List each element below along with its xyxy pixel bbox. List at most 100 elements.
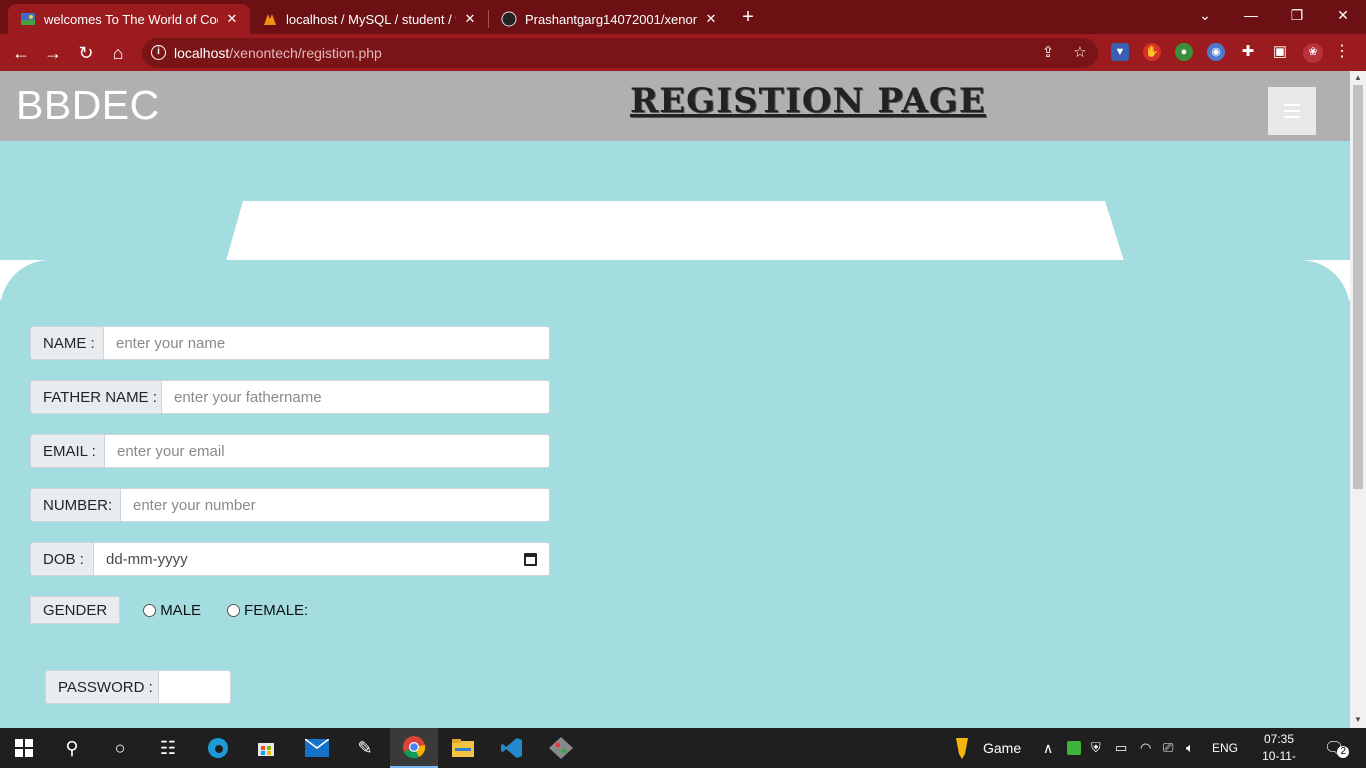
scroll-up-icon[interactable]: ▲ bbox=[1354, 73, 1362, 82]
email-input[interactable]: enter your email bbox=[105, 434, 550, 468]
name-label: NAME : bbox=[30, 326, 104, 360]
github-icon bbox=[501, 11, 517, 27]
nvidia-tray-icon[interactable] bbox=[1067, 728, 1081, 768]
tab-title: welcomes To The World of Codin bbox=[44, 11, 218, 27]
name-row: NAME : enter your name bbox=[30, 326, 550, 360]
volume-icon[interactable]: 🔈︎ bbox=[1186, 728, 1194, 768]
dob-label: DOB : bbox=[30, 542, 94, 576]
site-info-icon[interactable]: i bbox=[151, 45, 166, 60]
search-icon[interactable]: ⚲ bbox=[48, 728, 96, 768]
female-radio[interactable] bbox=[227, 603, 241, 617]
calendar-icon[interactable] bbox=[524, 552, 537, 566]
new-tab-icon[interactable]: + bbox=[738, 6, 758, 28]
tab-github[interactable]: Prashantgarg14072001/xenontec ✕ bbox=[489, 4, 729, 34]
scrollbar-thumb[interactable] bbox=[1353, 85, 1363, 489]
phpmyadmin-icon bbox=[262, 11, 278, 27]
browser-menu-icon[interactable]: ⋮ bbox=[1333, 43, 1351, 61]
number-input[interactable]: enter your number bbox=[121, 488, 550, 522]
side-panel-icon[interactable]: ▣ bbox=[1271, 43, 1289, 61]
password-input[interactable] bbox=[159, 670, 231, 704]
header-decoration-shape bbox=[226, 201, 1124, 261]
show-hidden-icons-icon[interactable]: ∧ bbox=[1043, 728, 1053, 768]
close-tab-icon[interactable]: ✕ bbox=[703, 11, 719, 27]
battery-icon[interactable]: ▭ bbox=[1115, 728, 1127, 768]
chrome-taskbar-icon[interactable] bbox=[390, 728, 438, 768]
url-path: /xenontech/registion.php bbox=[229, 45, 382, 61]
brand-logo[interactable]: BBDEC bbox=[16, 82, 160, 129]
email-row: EMAIL : enter your email bbox=[30, 434, 550, 468]
windows-taskbar: ⚲ ○ ☷ ✎ Game ∧ ⛨ ▭ ◠ ⎚ 🔈︎ ENG 07:35 10-1… bbox=[0, 728, 1366, 768]
back-icon[interactable]: ← bbox=[9, 41, 33, 65]
vscode-icon[interactable] bbox=[488, 728, 536, 768]
female-radio-label[interactable]: FEMALE: bbox=[244, 602, 308, 619]
menu-toggle-button[interactable] bbox=[1268, 87, 1316, 135]
tab-title: localhost / MySQL / student / tbl bbox=[286, 11, 456, 27]
clock-date: 10-11-2022 bbox=[1262, 749, 1296, 768]
meet-now-icon[interactable]: ⎚ bbox=[1163, 728, 1173, 768]
page-viewport: BBDEC REGISTION PAGE NAME : enter your n… bbox=[0, 71, 1350, 728]
cortana-icon[interactable]: ○ bbox=[96, 728, 144, 768]
father-name-label: FATHER NAME : bbox=[30, 380, 162, 414]
game-widget[interactable]: Game bbox=[952, 728, 1021, 768]
language-indicator[interactable]: ENG bbox=[1212, 728, 1238, 768]
color-extension-icon[interactable]: ● bbox=[1175, 43, 1193, 61]
dob-row: DOB : dd-mm-yyyy bbox=[30, 542, 550, 576]
defender-tray-icon[interactable]: ⛨ bbox=[1091, 728, 1101, 768]
edge-icon[interactable] bbox=[194, 728, 242, 768]
password-label: PASSWORD : bbox=[45, 670, 159, 704]
game-label: Game bbox=[983, 740, 1022, 756]
father-name-input[interactable]: enter your fathername bbox=[162, 380, 550, 414]
notification-count-badge: 2 bbox=[1337, 746, 1350, 758]
file-explorer-icon[interactable] bbox=[439, 728, 487, 768]
pen-tool-icon[interactable]: ✎ bbox=[341, 728, 389, 768]
minimize-icon[interactable]: — bbox=[1228, 0, 1274, 34]
site-header: BBDEC REGISTION PAGE bbox=[0, 71, 1350, 141]
browser-toolbar: ← → ↻ ⌂ i localhost/xenontech/registion.… bbox=[0, 34, 1366, 71]
close-tab-icon[interactable]: ✕ bbox=[224, 11, 240, 27]
clock-time: 07:35 bbox=[1263, 732, 1295, 746]
shield-extension-icon[interactable]: ▼ bbox=[1111, 43, 1129, 61]
wifi-icon[interactable]: ◠ bbox=[1140, 728, 1151, 768]
number-label: NUMBER: bbox=[30, 488, 121, 522]
close-window-icon[interactable]: ✕ bbox=[1320, 0, 1366, 34]
bookmark-star-icon[interactable]: ☆ bbox=[1072, 45, 1088, 61]
home-icon[interactable]: ⌂ bbox=[106, 41, 130, 65]
adblock-extension-icon[interactable]: ✋ bbox=[1143, 43, 1161, 61]
dob-placeholder: dd-mm-yyyy bbox=[106, 550, 188, 568]
profile-avatar[interactable]: ❀ bbox=[1303, 43, 1323, 63]
page-title: REGISTION PAGE bbox=[630, 81, 986, 121]
reload-icon[interactable]: ↻ bbox=[74, 41, 98, 65]
male-radio[interactable] bbox=[143, 603, 157, 617]
browser-tab-strip: welcomes To The World of Codin ✕ localho… bbox=[0, 0, 1366, 34]
windows-start-icon[interactable] bbox=[0, 728, 48, 768]
page-scrollbar[interactable]: ▲ ▼ bbox=[1350, 71, 1366, 728]
tab-search-icon[interactable]: ⌄ bbox=[1182, 0, 1228, 34]
extensions-puzzle-icon[interactable]: ✚ bbox=[1239, 43, 1257, 61]
share-icon[interactable]: ⇪ bbox=[1040, 45, 1056, 61]
male-radio-label[interactable]: MALE bbox=[160, 602, 201, 619]
father-name-row: FATHER NAME : enter your fathername bbox=[30, 380, 550, 414]
close-tab-icon[interactable]: ✕ bbox=[462, 11, 478, 27]
git-gui-icon[interactable] bbox=[537, 728, 585, 768]
site-favicon-icon bbox=[20, 11, 36, 27]
gender-label: GENDER bbox=[30, 596, 121, 624]
number-row: NUMBER: enter your number bbox=[30, 488, 550, 522]
url-host: localhost bbox=[174, 45, 230, 61]
scroll-down-icon[interactable]: ▼ bbox=[1354, 715, 1362, 724]
mail-icon[interactable] bbox=[293, 728, 341, 768]
vpn-extension-icon[interactable]: ◉ bbox=[1207, 43, 1225, 61]
system-clock[interactable]: 07:35 10-11-2022 bbox=[1249, 731, 1309, 768]
tab-welcomes[interactable]: welcomes To The World of Codin ✕ bbox=[8, 4, 250, 34]
dob-date-input[interactable]: dd-mm-yyyy bbox=[94, 542, 550, 576]
notification-center-icon[interactable]: 🗨︎ 2 bbox=[1324, 728, 1350, 768]
address-bar[interactable]: i localhost/xenontech/registion.php ⇪ ☆ bbox=[142, 38, 1098, 68]
email-label: EMAIL : bbox=[30, 434, 105, 468]
forward-icon[interactable]: → bbox=[41, 41, 65, 65]
tab-phpmyadmin[interactable]: localhost / MySQL / student / tbl ✕ bbox=[250, 4, 488, 34]
name-input[interactable]: enter your name bbox=[104, 326, 550, 360]
hamburger-icon bbox=[1284, 104, 1300, 118]
gender-row: GENDER MALE FEMALE: bbox=[30, 596, 308, 624]
task-view-icon[interactable]: ☷ bbox=[144, 728, 192, 768]
restore-icon[interactable]: ❐ bbox=[1274, 0, 1320, 34]
store-icon[interactable] bbox=[242, 728, 290, 768]
